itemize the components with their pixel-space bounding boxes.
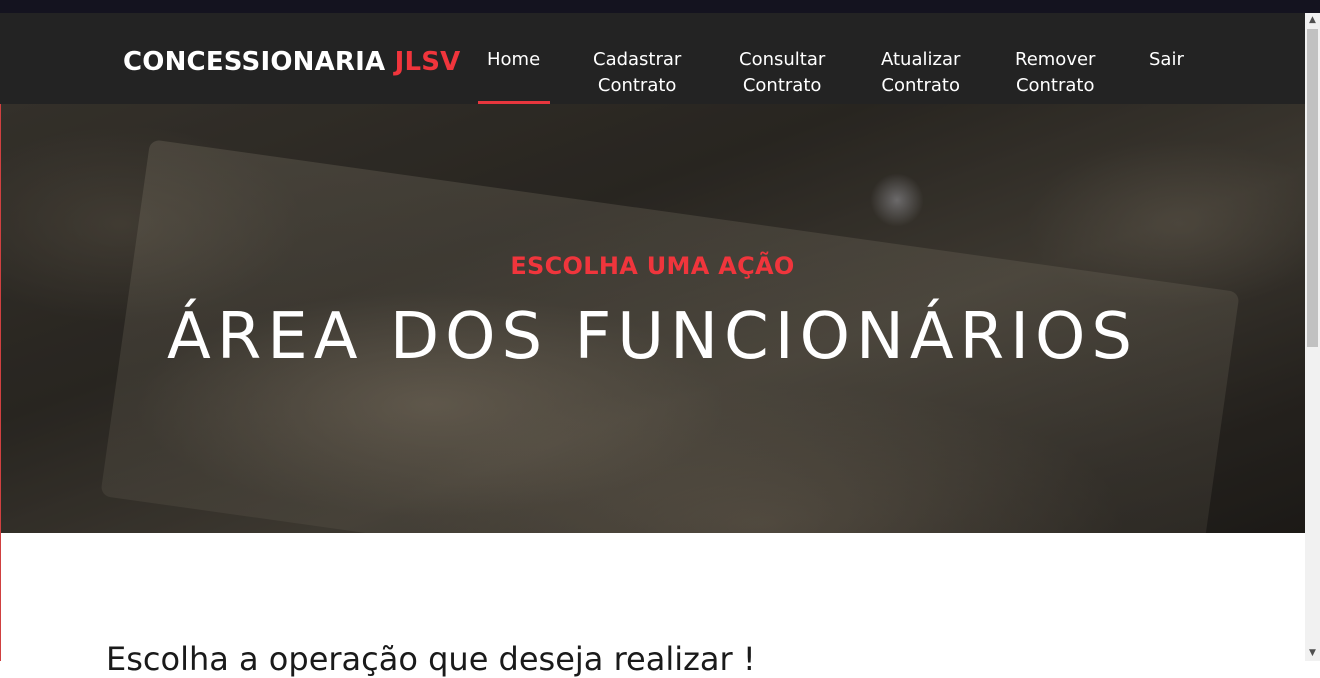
nav-sair[interactable]: Sair xyxy=(1149,47,1184,73)
hero-subtitle: ESCOLHA UMA AÇÃO xyxy=(510,252,795,280)
scroll-up-icon[interactable]: ▲ xyxy=(1305,13,1320,28)
brand-logo[interactable]: CONCESSIONARIA JLSV xyxy=(123,47,461,77)
nav-atualizar-label-1: Atualizar xyxy=(881,49,961,70)
nav-sair-label: Sair xyxy=(1149,49,1184,70)
nav-cadastrar-label-2: Contrato xyxy=(597,75,677,96)
top-strip xyxy=(0,0,1320,13)
navbar: CONCESSIONARIA JLSV Home Cadastrar Contr… xyxy=(0,13,1305,104)
nav-cadastrar-contrato[interactable]: Cadastrar Contrato xyxy=(593,47,681,99)
scroll-thumb[interactable] xyxy=(1307,29,1318,347)
page-edge xyxy=(0,104,1,661)
nav-consultar-label-2: Contrato xyxy=(742,75,822,96)
hero-title: ÁREA DOS FUNCIONÁRIOS xyxy=(167,300,1138,374)
nav-consultar-label-1: Consultar xyxy=(739,49,826,70)
nav-cadastrar-label-1: Cadastrar xyxy=(593,49,682,70)
nav-atualizar-contrato[interactable]: Atualizar Contrato xyxy=(881,47,960,99)
nav-remover-contrato[interactable]: Remover Contrato xyxy=(1015,47,1095,99)
nav-active-indicator xyxy=(478,101,550,104)
nav-home-label: Home xyxy=(487,49,541,70)
vertical-scrollbar[interactable]: ▲ ▼ xyxy=(1305,13,1320,661)
brand-accent: JLSV xyxy=(394,47,461,77)
nav-remover-label-1: Remover xyxy=(1015,49,1096,70)
nav-remover-label-2: Contrato xyxy=(1015,75,1095,96)
scroll-down-icon[interactable]: ▼ xyxy=(1305,646,1320,661)
nav-consultar-contrato[interactable]: Consultar Contrato xyxy=(739,47,825,99)
nav-home[interactable]: Home xyxy=(487,47,540,73)
nav-atualizar-label-2: Contrato xyxy=(881,75,960,96)
hero-banner: ESCOLHA UMA AÇÃO ÁREA DOS FUNCIONÁRIOS xyxy=(0,104,1305,533)
operation-prompt: Escolha a operação que deseja realizar ! xyxy=(106,640,756,678)
brand-name: CONCESSIONARIA xyxy=(123,47,386,77)
